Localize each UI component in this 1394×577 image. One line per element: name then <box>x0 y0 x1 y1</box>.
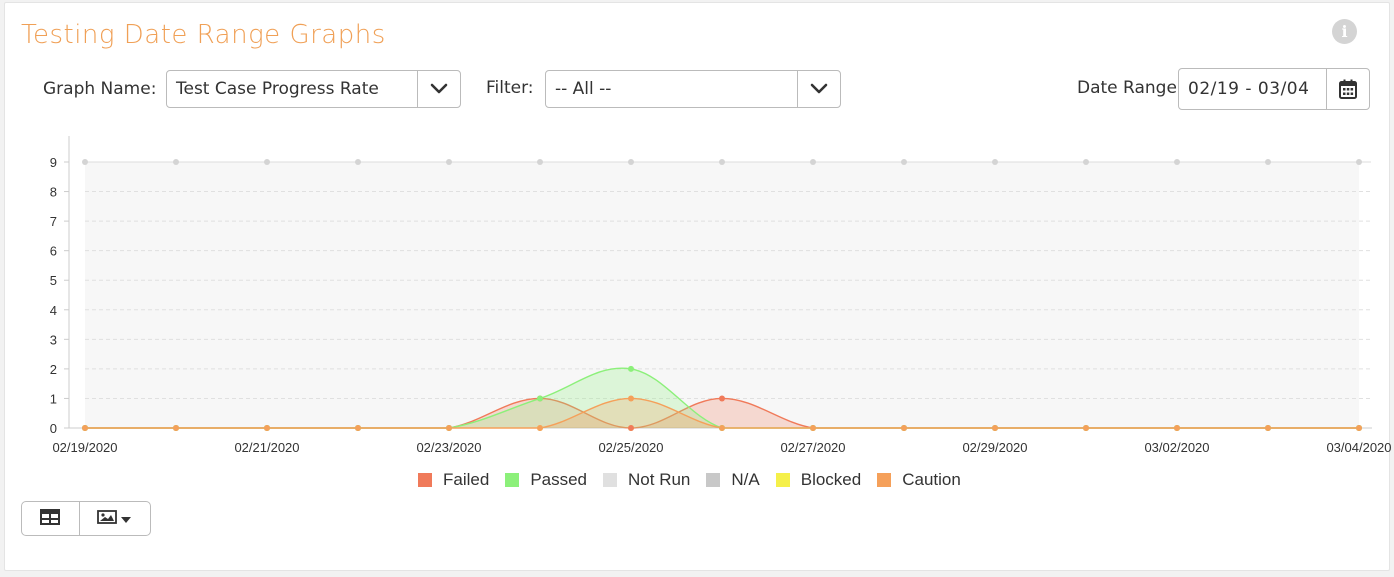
legend-swatch <box>706 473 721 487</box>
caret-down-icon <box>120 509 132 528</box>
image-icon <box>97 509 118 529</box>
top-grid-point <box>1356 159 1362 165</box>
data-point <box>1356 425 1362 431</box>
legend-label: N/A <box>731 470 760 489</box>
top-grid-point <box>264 159 270 165</box>
top-grid-point <box>901 159 907 165</box>
data-point <box>628 395 634 402</box>
legend-item[interactable]: Failed <box>418 470 489 490</box>
top-grid-point <box>173 159 179 165</box>
y-tick-label: 3 <box>50 332 57 347</box>
legend-label: Not Run <box>628 470 691 489</box>
top-grid-point <box>719 159 725 165</box>
plot-area <box>85 162 1359 428</box>
data-point <box>719 425 725 431</box>
data-point <box>264 425 270 431</box>
legend-item[interactable]: Blocked <box>775 470 862 490</box>
y-tick-label: 6 <box>50 244 57 259</box>
data-point <box>1083 425 1089 431</box>
data-point <box>1265 425 1271 431</box>
legend-label: Caution <box>902 470 961 489</box>
progress-rate-chart: 0 1 2 3 4 5 6 7 8 9 02/19/2020 02/21/2020 02/23/202… <box>50 136 1392 455</box>
legend-label: Blocked <box>800 470 862 489</box>
top-grid-point <box>82 159 88 165</box>
x-tick-label: 02/25/2020 <box>598 440 663 455</box>
legend-item[interactable]: Not Run <box>603 470 690 490</box>
legend-label: Passed <box>530 470 588 489</box>
view-toggle-group <box>21 501 151 536</box>
top-grid-point <box>810 159 816 165</box>
data-point <box>992 425 998 431</box>
legend-swatch <box>775 473 790 487</box>
legend-item[interactable]: Passed <box>505 470 587 490</box>
legend-swatch <box>505 473 520 487</box>
y-tick-label: 1 <box>50 391 57 406</box>
x-tick-label: 02/19/2020 <box>52 440 117 455</box>
image-export-button[interactable] <box>80 502 150 535</box>
top-grid-point <box>446 159 452 165</box>
data-point <box>537 395 543 402</box>
x-tick-label: 02/23/2020 <box>416 440 481 455</box>
x-tick-label: 02/27/2020 <box>780 440 845 455</box>
y-tick-label: 0 <box>50 421 57 436</box>
data-point <box>537 425 543 431</box>
top-grid-point <box>1174 159 1180 165</box>
y-tick-label: 8 <box>50 185 57 200</box>
data-point <box>628 425 634 431</box>
data-point <box>82 425 88 431</box>
legend-swatch <box>603 473 618 487</box>
x-tick-label: 02/29/2020 <box>962 440 1027 455</box>
top-grid-point <box>1083 159 1089 165</box>
data-point <box>355 425 361 431</box>
data-point <box>1174 425 1180 431</box>
legend-swatch <box>418 473 432 487</box>
top-grid-point <box>628 159 634 165</box>
legend-label: Failed <box>443 470 490 489</box>
top-grid-point <box>537 159 543 165</box>
legend-item[interactable]: N/A <box>706 470 760 490</box>
data-point <box>810 425 816 431</box>
y-tick-label: 2 <box>50 362 57 377</box>
y-tick-label: 5 <box>50 273 57 288</box>
data-point <box>719 395 725 402</box>
data-point <box>173 425 179 431</box>
legend-swatch <box>877 473 892 487</box>
table-icon <box>40 508 61 529</box>
table-view-button[interactable] <box>22 502 80 535</box>
y-tick-label: 7 <box>50 214 57 229</box>
x-tick-label: 03/04/2020 <box>1326 440 1391 455</box>
top-grid-point <box>355 159 361 165</box>
y-tick-label: 9 <box>50 155 57 170</box>
data-point <box>446 425 452 431</box>
top-grid-point <box>1265 159 1271 165</box>
y-tick-label: 4 <box>50 303 57 318</box>
data-point <box>901 425 907 431</box>
x-tick-label: 02/21/2020 <box>234 440 299 455</box>
x-tick-label: 03/02/2020 <box>1144 440 1209 455</box>
data-point <box>628 365 634 372</box>
legend-item[interactable]: Caution <box>877 470 961 490</box>
top-grid-point <box>992 159 998 165</box>
chart-legend: Failed Passed Not Run N/A Blocked Caution <box>418 468 977 492</box>
